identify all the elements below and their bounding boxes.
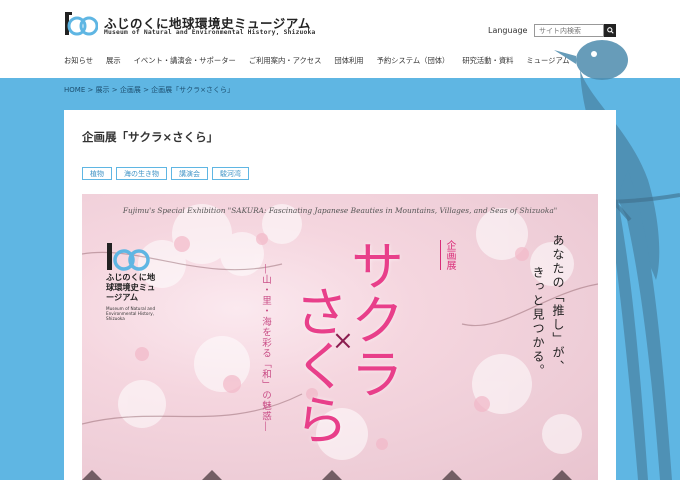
museum-logo[interactable] xyxy=(64,11,98,37)
site-name-english: Museum of Natural and Environmental Hist… xyxy=(104,29,316,36)
page-title: 企画展「サクラ×さくら」 xyxy=(82,130,219,144)
nav-reservation[interactable]: 予約システム（団体） xyxy=(377,56,450,68)
nav-events[interactable]: イベント・講演会・サポーター xyxy=(134,56,236,68)
exhibition-poster: Fujimu's Special Exhibition "SAKURA: Fas… xyxy=(82,194,598,480)
tag-list: 植物 海の生き物 講演会 駿河湾 xyxy=(82,167,249,180)
tag-lecture[interactable]: 講演会 xyxy=(171,167,208,180)
poster-catchphrase-2: きっと見つかる。 xyxy=(531,266,545,378)
poster-museum-name-english: Museum of Natural and Environmental Hist… xyxy=(106,306,156,321)
nav-guide-access[interactable]: ご利用案内・アクセス xyxy=(249,56,322,68)
breadcrumb[interactable]: HOME > 展示 > 企画展 > 企画展「サクラ×さくら」 xyxy=(64,85,234,95)
tag-plants[interactable]: 植物 xyxy=(82,167,112,180)
nav-group[interactable]: 団体利用 xyxy=(334,56,363,68)
poster-catchphrase-1: あなたの「推し」が、 xyxy=(551,234,565,374)
content-card: 企画展「サクラ×さくら」 植物 海の生き物 講演会 駿河湾 Fujimu's S… xyxy=(64,110,616,480)
tag-suruga-bay[interactable]: 駿河湾 xyxy=(212,167,249,180)
poster-title-hiragana: さくら xyxy=(285,284,348,446)
poster-title-katakana: サクラ xyxy=(341,238,404,400)
nav-exhibition[interactable]: 展示 xyxy=(106,56,121,68)
poster-museum-logo xyxy=(107,243,150,271)
poster-kikaku-label: 企画展 xyxy=(440,240,457,270)
poster-museum-name: ふじのくに地球環境史ミュージアム xyxy=(106,272,156,302)
poster-subtitle: Fujimu's Special Exhibition "SAKURA: Fas… xyxy=(122,206,558,215)
poster-tagline: ―山・里・海を彩る「和」の魅惑― xyxy=(260,264,271,432)
nav-news[interactable]: お知らせ xyxy=(64,56,93,68)
main-nav: お知らせ 展示 イベント・講演会・サポーター ご利用案内・アクセス 団体利用 予… xyxy=(64,56,570,68)
tag-sea-creatures[interactable]: 海の生き物 xyxy=(116,167,167,180)
nav-research[interactable]: 研究活動・資料 xyxy=(462,56,513,68)
poster-bottom-decoration xyxy=(82,470,572,480)
